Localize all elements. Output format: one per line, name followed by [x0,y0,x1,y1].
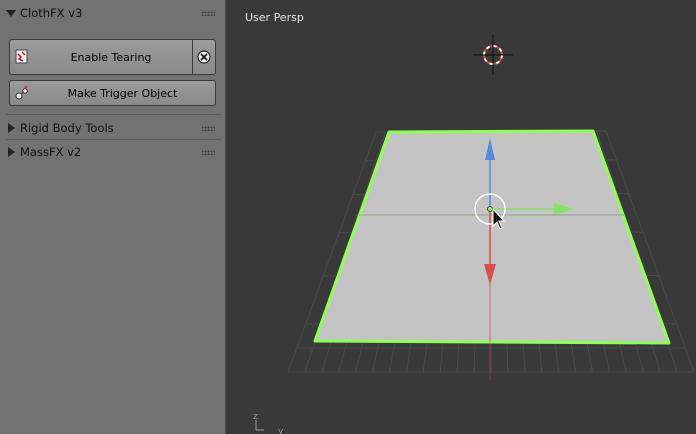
panel-grip-icon[interactable] [201,126,215,131]
panel-title-massfx: MassFX v2 [20,145,82,159]
3d-cursor-icon[interactable] [473,35,513,75]
panel-header-rigid-body-tools[interactable]: Rigid Body Tools [0,117,224,139]
trigger-object-icon [15,85,28,100]
panel-grip-icon[interactable] [201,11,215,16]
remove-tearing-button[interactable] [192,39,216,75]
enable-tearing-button[interactable]: Enable Tearing [9,39,193,75]
expand-triangle-icon [6,147,16,157]
viewport-title: User Persp [245,11,304,24]
collapse-triangle-icon [6,8,16,18]
tear-cloth-icon [15,49,28,64]
tool-shelf: ClothFX v3 Enable Tearing Make Trigger O… [0,0,226,434]
panel-title-rigid-body-tools: Rigid Body Tools [20,121,114,135]
axis-y-label: y [278,427,284,434]
object-origin [487,206,493,212]
enable-tearing-label: Enable Tearing [70,50,152,64]
panel-separator [6,114,221,115]
panel-title-clothfx: ClothFX v3 [20,6,83,20]
make-trigger-object-label: Make Trigger Object [67,86,178,100]
make-trigger-object-button[interactable]: Make Trigger Object [9,80,216,106]
panel-grip-icon[interactable] [201,150,215,155]
expand-triangle-icon [6,123,16,133]
plane-mesh[interactable] [313,129,671,345]
viewport-scene: z y [253,35,695,434]
panel-header-massfx[interactable]: MassFX v2 [0,141,224,163]
close-icon [197,50,211,64]
axis-z-label: z [253,412,258,422]
axis-orientation-widget: z y [253,412,284,434]
panel-header-clothfx[interactable]: ClothFX v3 [0,2,224,24]
3d-viewport[interactable]: z y User Persp [226,0,696,434]
panel-separator [6,139,221,140]
